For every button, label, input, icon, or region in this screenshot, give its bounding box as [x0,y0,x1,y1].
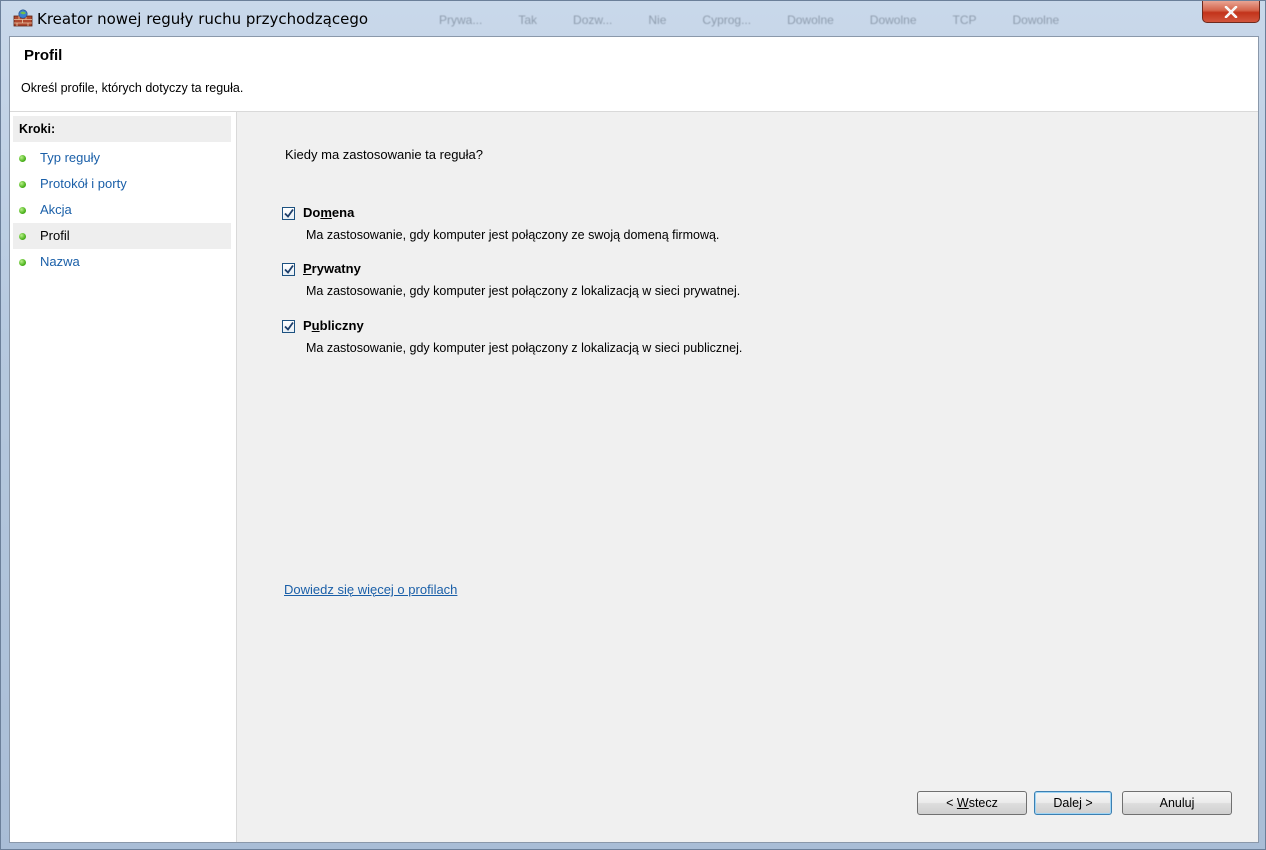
checkmark-icon [284,264,294,274]
checkmark-icon [284,321,294,331]
public-label[interactable]: Publiczny [303,318,364,333]
accelerator-key: u [311,318,320,333]
firewall-wall-icon [13,9,33,27]
label-part: bliczny [319,318,364,333]
step-name[interactable]: Nazwa [13,249,231,275]
label-part: rywatny [311,261,361,276]
close-button[interactable] [1202,1,1260,23]
page-description: Określ profile, których dotyczy ta reguł… [21,81,244,95]
step-rule-type[interactable]: Typ reguły [13,145,231,171]
step-label: Akcja [40,202,72,217]
back-button[interactable]: < Wstecz [917,791,1027,815]
content-panel: Kiedy ma zastosowanie ta reguła? Domena … [237,112,1258,842]
step-protocol-ports[interactable]: Protokół i porty [13,171,231,197]
step-label: Protokół i porty [40,176,127,191]
accelerator-key: W [956,796,969,810]
domain-checkbox[interactable] [282,207,295,220]
step-label: Nazwa [40,254,80,269]
steps-heading: Kroki: [13,116,231,142]
button-part: stecz [968,796,998,810]
learn-more-link[interactable]: Dowiedz się więcej o profilach [284,582,457,597]
step-label: Profil [40,228,70,243]
ghost-col: Cyprog... [702,13,752,27]
ghost-col: Dowolne [869,13,917,27]
step-profile[interactable]: Profil [13,223,231,249]
ghost-col: Tak [518,13,538,27]
ghost-col: Dozw... [573,13,613,27]
page-header: Profil Określ profile, których dotyczy t… [10,37,1258,112]
public-checkbox[interactable] [282,320,295,333]
private-checkbox[interactable] [282,263,295,276]
cancel-button[interactable]: Anuluj [1122,791,1232,815]
domain-label[interactable]: Domena [303,205,354,220]
label-part: P [303,318,312,333]
next-button[interactable]: Dalej > [1034,791,1112,815]
ghost-col: Dowolne [787,13,834,27]
private-description: Ma zastosowanie, gdy komputer jest połąc… [306,284,741,298]
label-part: ena [331,205,355,220]
label-part: Do [303,205,321,220]
domain-description: Ma zastosowanie, gdy komputer jest połąc… [306,228,720,242]
close-x-icon [1224,5,1238,18]
ghost-col: TCP [952,13,977,27]
title-bar[interactable]: Prywa... Tak Dozw... Nie Cyprog... Dowol… [1,1,1265,35]
button-part: < [946,796,957,810]
wizard-client-area: Profil Określ profile, których dotyczy t… [9,36,1259,843]
green-dot-icon [19,259,26,266]
window-title: Kreator nowej reguły ruchu przychodząceg… [37,10,369,28]
accelerator-key: P [303,261,312,276]
green-dot-icon [19,233,26,240]
green-dot-icon [19,181,26,188]
wizard-window: Prywa... Tak Dozw... Nie Cyprog... Dowol… [0,0,1266,850]
green-dot-icon [19,207,26,214]
step-action[interactable]: Akcja [13,197,231,223]
ghost-col: Prywa... [439,13,483,27]
accelerator-key: m [320,205,332,220]
background-window-columns: Prywa... Tak Dozw... Nie Cyprog... Dowol… [421,7,1201,31]
page-title: Profil [24,47,63,64]
ghost-col: Dowolne [1012,13,1060,27]
steps-panel: Kroki: Typ reguły Protokół i porty Akcja… [10,112,237,842]
public-description: Ma zastosowanie, gdy komputer jest połąc… [306,341,743,355]
ghost-col: Nie [648,13,667,27]
checkmark-icon [284,208,294,218]
private-label[interactable]: Prywatny [303,261,361,276]
step-label: Typ reguły [40,150,100,165]
green-dot-icon [19,155,26,162]
profile-question: Kiedy ma zastosowanie ta reguła? [285,147,484,162]
